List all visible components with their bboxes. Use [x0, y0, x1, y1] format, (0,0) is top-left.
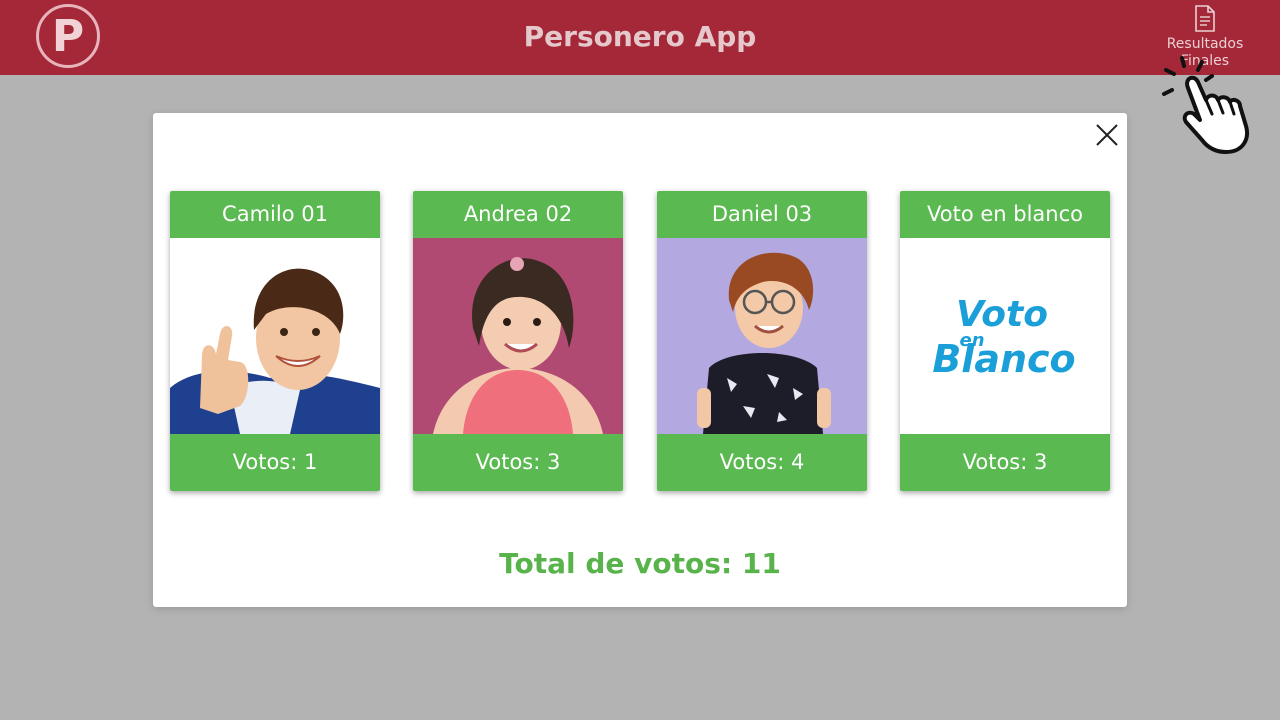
candidate-card-voto-en-blanco[interactable]: Voto en blanco Voto en Blanco Votos: 3: [900, 191, 1110, 491]
candidate-photo-daniel: [657, 238, 867, 434]
candidate-votes: Votos: 4: [657, 434, 867, 491]
blank-logo-line3: Blanco: [932, 337, 1075, 381]
candidate-votes: Votos: 1: [170, 434, 380, 491]
top-bar: P Personero App Resultados Finales: [0, 0, 1280, 75]
candidate-card-daniel[interactable]: Daniel 03 Votos: 4: [657, 191, 867, 491]
blank-vote-logo: Voto en Blanco: [900, 238, 1110, 434]
candidate-name: Camilo 01: [170, 191, 380, 238]
results-modal: Camilo 01 Votos: 1 Andrea 02 Votos: 3 Da…: [153, 113, 1127, 607]
total-votes: Total de votos: 11: [499, 547, 781, 580]
document-icon: [1195, 5, 1215, 32]
candidate-photo-camilo: [170, 238, 380, 434]
blank-logo-line1: Voto: [956, 294, 1048, 335]
candidate-name: Daniel 03: [657, 191, 867, 238]
candidate-card-andrea[interactable]: Andrea 02 Votos: 3: [413, 191, 623, 491]
candidate-card-camilo[interactable]: Camilo 01 Votos: 1: [170, 191, 380, 491]
candidate-votes: Votos: 3: [413, 434, 623, 491]
candidate-photo-andrea: [413, 238, 623, 434]
app-title: Personero App: [523, 20, 757, 53]
candidate-votes: Votos: 3: [900, 434, 1110, 491]
final-results-button[interactable]: Resultados Finales: [1156, 5, 1254, 71]
candidate-name: Andrea 02: [413, 191, 623, 238]
final-results-label: Resultados Finales: [1166, 36, 1244, 69]
candidate-name: Voto en blanco: [900, 191, 1110, 238]
close-icon[interactable]: [1093, 121, 1121, 149]
